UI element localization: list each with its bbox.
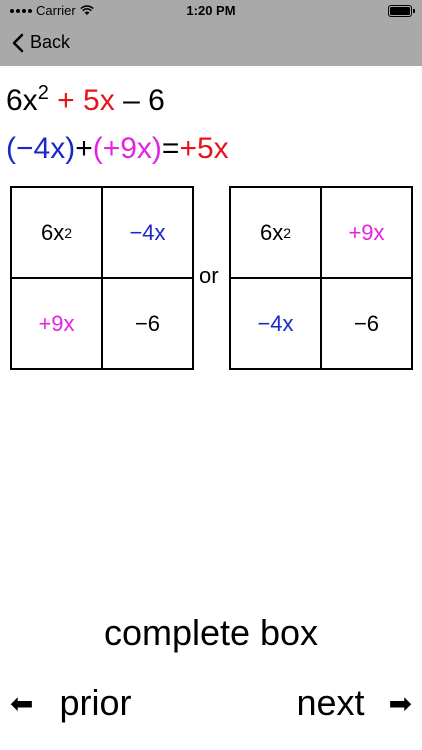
next-button[interactable]: next ➡ <box>296 682 412 724</box>
next-label: next <box>296 682 365 723</box>
term-6x2: 6x2 <box>6 82 49 117</box>
back-button[interactable]: Back <box>12 32 70 53</box>
status-bar: Carrier 1:20 PM <box>0 0 422 22</box>
factor-box-2: 6x 2 +9x −4x −6 <box>229 186 413 370</box>
trinomial-expression: 6x2 + 5x – 6 <box>6 82 165 118</box>
or-label: or <box>199 263 219 288</box>
term-plus-sign: + <box>57 84 75 117</box>
box1-bottom-right: −6 <box>102 278 193 369</box>
prior-label: prior <box>59 682 132 723</box>
factor-box-1: 6x 2 −4x +9x −6 <box>10 186 194 370</box>
plus-sign: + <box>75 132 93 165</box>
status-time: 1:20 PM <box>186 3 236 18</box>
box2-top-right: +9x <box>321 187 412 278</box>
factor-plus-9x: (+9x) <box>92 132 162 165</box>
box1-top-left: 6x 2 <box>11 187 102 278</box>
term-5x: 5x <box>83 84 115 117</box>
sum-result: +5x <box>179 132 229 165</box>
box2-top-left: 6x 2 <box>230 187 321 278</box>
box1-top-right: −4x <box>102 187 193 278</box>
chevron-left-icon <box>12 33 24 52</box>
complete-box-button[interactable]: complete box <box>0 612 422 654</box>
arrow-left-icon: ⬅ <box>10 687 34 719</box>
prior-button[interactable]: ⬅ prior <box>10 682 132 724</box>
arrow-right-icon: ➡ <box>388 687 412 719</box>
sum-equation: (−4x)+(+9x)=+5x <box>6 132 229 166</box>
box1-bottom-left: +9x <box>11 278 102 369</box>
equals-sign: = <box>161 132 180 165</box>
term-minus-6: – 6 <box>123 84 165 117</box>
back-label: Back <box>30 32 71 52</box>
battery-icon <box>388 5 415 17</box>
navigation-bar: Back <box>0 22 422 66</box>
box2-bottom-right: −6 <box>321 278 412 369</box>
box2-bottom-left: −4x <box>230 278 321 369</box>
factor-minus-4x: (−4x) <box>6 132 76 165</box>
